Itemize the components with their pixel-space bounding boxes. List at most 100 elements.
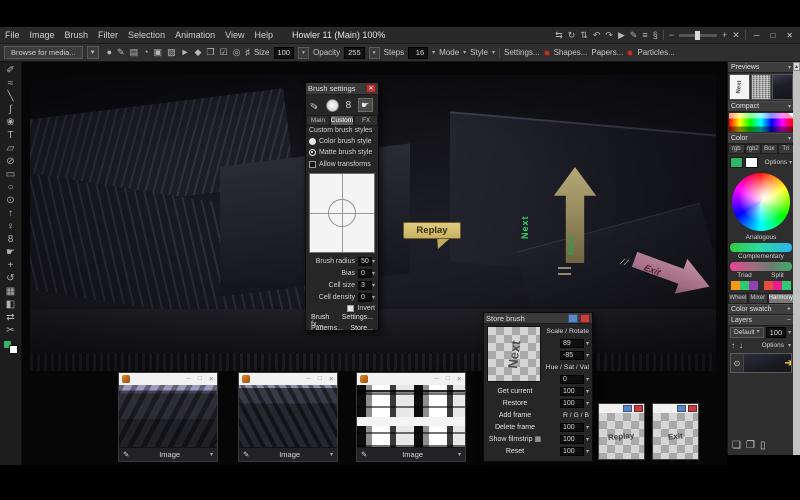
- opacity-value[interactable]: 255: [344, 47, 365, 59]
- color-swatch-header[interactable]: Color swatch +: [728, 304, 794, 315]
- pin-tool[interactable]: ↑: [2, 207, 20, 220]
- tab[interactable]: Main: [306, 115, 330, 126]
- play-icon[interactable]: ▶: [618, 31, 625, 40]
- spinner-arrow[interactable]: ▾: [372, 294, 375, 301]
- papers-button[interactable]: Papers...: [591, 48, 623, 57]
- steps-value[interactable]: 16: [408, 47, 428, 59]
- minimize-button[interactable]: ─: [751, 31, 763, 40]
- tab[interactable]: Tri: [778, 144, 795, 154]
- brush-settings-titlebar[interactable]: Brush settings ✕: [306, 83, 378, 95]
- swap-tool[interactable]: ⇄: [2, 311, 20, 324]
- maximize-button[interactable]: □: [767, 31, 778, 40]
- layer-preset-dropdown[interactable]: Default▾: [730, 327, 764, 338]
- triad-swatches[interactable]: [731, 281, 758, 291]
- spinner-arrow[interactable]: ▾: [372, 258, 375, 265]
- store-icon-button[interactable]: [623, 405, 632, 412]
- spiral-tool[interactable]: ↺: [2, 272, 20, 285]
- browse-dropdown[interactable]: ▼: [87, 46, 99, 59]
- mask-tool[interactable]: ◧: [2, 298, 20, 311]
- layer-opacity-value[interactable]: 100: [766, 327, 787, 338]
- brush-tip-preview[interactable]: [326, 99, 339, 112]
- clone-tool[interactable]: ❀: [2, 116, 20, 129]
- brush-tool[interactable]: ✐: [2, 64, 20, 77]
- rotate-canvas-icon[interactable]: ↻: [568, 31, 576, 40]
- get-current-button[interactable]: Get current: [487, 388, 543, 395]
- secondary-color-swatch[interactable]: [745, 157, 758, 168]
- radio-color-brush[interactable]: Color brush style: [306, 136, 378, 147]
- list-icon[interactable]: ≡: [642, 31, 647, 40]
- allow-transforms-checkbox[interactable]: Allow transforms: [306, 158, 378, 171]
- clipboard-icon[interactable]: ▤: [130, 47, 139, 58]
- store-icon-button[interactable]: [568, 314, 578, 323]
- blue-value[interactable]: 100: [560, 447, 584, 456]
- menu-item[interactable]: Help: [249, 30, 278, 40]
- brush-tip-icon[interactable]: ●: [107, 47, 112, 58]
- split-swatches[interactable]: [764, 281, 791, 291]
- spinner-arrow[interactable]: ▾: [586, 436, 589, 443]
- layers-icon[interactable]: ❐: [206, 47, 214, 58]
- scrollbar[interactable]: ▲: [793, 62, 800, 455]
- link-tool[interactable]: 8: [2, 233, 20, 246]
- brush-preview-thumb[interactable]: Next: [729, 74, 750, 100]
- arrow-icon[interactable]: ►: [181, 47, 190, 58]
- brush-shape-preview[interactable]: [309, 173, 375, 253]
- image-preview-thumb[interactable]: [772, 74, 793, 100]
- zoom-slider[interactable]: [679, 34, 717, 37]
- tab[interactable]: Wheel: [728, 293, 748, 304]
- redo-icon[interactable]: ↷: [605, 31, 613, 40]
- heightmap-thumbnail[interactable]: [357, 385, 465, 447]
- parameter-value[interactable]: 0: [358, 269, 372, 278]
- spinner-arrow[interactable]: ▾: [372, 282, 375, 289]
- reset-button[interactable]: Reset: [487, 448, 543, 455]
- green-value[interactable]: 100: [560, 435, 584, 444]
- titlebar[interactable]: [599, 404, 644, 413]
- undo-icon[interactable]: ↶: [593, 31, 601, 40]
- duplicate-layer-icon[interactable]: ❐: [746, 440, 755, 451]
- parameter-value[interactable]: 3: [358, 281, 372, 290]
- complementary-gradient[interactable]: [730, 262, 792, 271]
- timeline-icon[interactable]: ◔: [143, 47, 148, 58]
- menu-item[interactable]: Filter: [93, 30, 123, 40]
- spinner-arrow[interactable]: ▾: [586, 352, 589, 359]
- noise-preview-thumb[interactable]: [751, 74, 772, 100]
- menu-item[interactable]: Image: [25, 30, 60, 40]
- close-button[interactable]: ✕: [329, 375, 334, 383]
- particles-button[interactable]: Particles...: [637, 48, 674, 57]
- hand-tool[interactable]: ☛: [2, 246, 20, 259]
- move-layer-down-button[interactable]: ↓: [739, 341, 743, 350]
- patterns-button[interactable]: Patterns...: [311, 325, 343, 336]
- scale-value[interactable]: 89: [560, 339, 584, 348]
- text-tool[interactable]: T: [2, 129, 20, 142]
- settings-button[interactable]: Settings...: [504, 48, 540, 57]
- brush-fx-button[interactable]: Brush fx...: [311, 314, 342, 325]
- plus-icon[interactable]: +: [787, 306, 791, 313]
- smear-tool[interactable]: ≈: [2, 77, 20, 90]
- maximize-button[interactable]: □: [318, 375, 322, 383]
- rectangle-tool[interactable]: ▭: [2, 168, 20, 181]
- chevron-down-icon[interactable]: ▾: [330, 451, 333, 458]
- parameter-value[interactable]: 0: [358, 293, 372, 302]
- spinner-arrow[interactable]: ▾: [372, 270, 375, 277]
- size-spinner[interactable]: ▾: [298, 47, 309, 59]
- opacity-spinner[interactable]: ▾: [369, 47, 380, 59]
- current-color-swatch[interactable]: [730, 157, 743, 168]
- tab[interactable]: Mixer: [748, 293, 768, 304]
- shear-tool[interactable]: ▱: [2, 142, 20, 155]
- ellipse-tool[interactable]: ⊘: [2, 155, 20, 168]
- shapes-button[interactable]: Shapes...: [554, 48, 588, 57]
- layer-visibility-toggle[interactable]: ⊙: [731, 354, 744, 372]
- tab[interactable]: FX: [354, 115, 378, 126]
- close-button[interactable]: ✕: [783, 31, 796, 40]
- spinner-arrow[interactable]: ▾: [586, 340, 589, 347]
- options-dropdown[interactable]: Options: [765, 159, 787, 166]
- menu-item[interactable]: File: [0, 30, 25, 40]
- titlebar[interactable]: [653, 404, 698, 413]
- tab[interactable]: Box: [761, 144, 778, 154]
- curve-tool[interactable]: ∫: [2, 103, 20, 116]
- spinner-arrow[interactable]: ▾: [586, 376, 589, 383]
- invert-checkbox[interactable]: Invert: [306, 303, 378, 314]
- grid-tool[interactable]: ▦: [2, 285, 20, 298]
- maximize-button[interactable]: □: [198, 375, 202, 383]
- rotate-value[interactable]: -85: [560, 351, 584, 360]
- zoom-out-button[interactable]: −: [669, 31, 674, 40]
